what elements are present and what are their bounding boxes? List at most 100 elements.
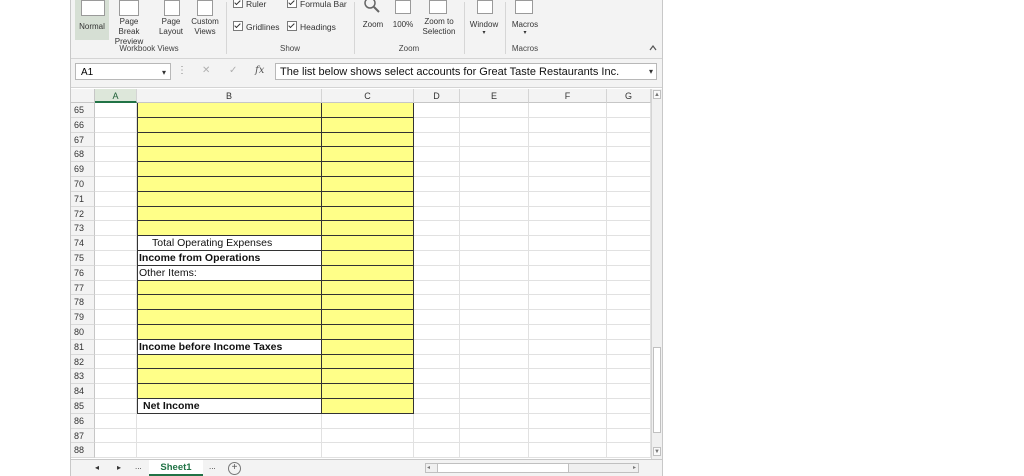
cell-e78[interactable] [460,295,529,311]
cell-e67[interactable] [460,132,529,148]
cell-g71[interactable] [607,191,651,207]
cell-g70[interactable] [607,177,651,192]
insert-function-icon[interactable]: fx [255,65,264,76]
cell-f80[interactable] [529,325,607,340]
cell-g78[interactable] [607,295,651,311]
cell-f84[interactable] [529,384,607,399]
cell-b65[interactable] [137,103,322,118]
cell-e84[interactable] [460,384,529,399]
row-header[interactable]: 86 [71,413,95,429]
cell-d73[interactable] [414,221,460,237]
cell-g72[interactable] [607,206,651,222]
cell-b82[interactable] [137,354,322,370]
ruler-checkbox[interactable]: Ruler [233,0,266,9]
cell-a81[interactable] [95,339,137,355]
enter-icon[interactable]: ✓ [229,65,237,76]
page-layout-button[interactable]: Page Layout [153,17,189,37]
cell-c77[interactable] [322,280,414,296]
cell-b73[interactable] [137,221,322,237]
cell-b80[interactable] [137,325,322,340]
cell-b75[interactable]: Income from Operations [137,251,322,266]
cell-f86[interactable] [529,413,607,429]
cell-e66[interactable] [460,117,529,133]
cell-c68[interactable] [322,147,414,163]
cell-e85[interactable] [460,399,529,414]
prev-sheet-icon[interactable]: ◂ [95,463,99,472]
scroll-left-icon[interactable]: ◂ [427,464,430,472]
cell-f70[interactable] [529,177,607,192]
zoom-100-button[interactable]: 100% [389,20,417,30]
cell-b71[interactable] [137,191,322,207]
cell-a72[interactable] [95,206,137,222]
row-header[interactable]: 82 [71,354,95,370]
cell-g84[interactable] [607,384,651,399]
cell-b68[interactable] [137,147,322,163]
cell-b77[interactable] [137,280,322,296]
row-header[interactable]: 83 [71,369,95,385]
cell-f81[interactable] [529,339,607,355]
cell-d82[interactable] [414,354,460,370]
cell-d81[interactable] [414,339,460,355]
cell-d78[interactable] [414,295,460,311]
cell-c65[interactable] [322,103,414,118]
cell-a67[interactable] [95,132,137,148]
cell-f65[interactable] [529,103,607,118]
cell-b74[interactable]: Total Operating Expenses [137,236,322,251]
column-header-g[interactable]: G [607,89,651,103]
cell-g86[interactable] [607,413,651,429]
column-header-c[interactable]: C [322,89,414,103]
add-sheet-icon[interactable]: + [228,462,241,475]
cell-e75[interactable] [460,251,529,266]
cell-e76[interactable] [460,265,529,281]
cell-c67[interactable] [322,132,414,148]
cell-d76[interactable] [414,265,460,281]
cell-d85[interactable] [414,399,460,414]
custom-views-button[interactable]: Custom Views [187,17,223,37]
cell-e77[interactable] [460,280,529,296]
expand-formula-icon[interactable]: ▾ [649,64,653,79]
cell-d65[interactable] [414,103,460,118]
cell-g87[interactable] [607,428,651,444]
cell-b72[interactable] [137,206,322,222]
cell-c85[interactable] [322,399,414,414]
next-sheet-icon[interactable]: ▸ [117,463,121,472]
row-header[interactable]: 65 [71,103,95,118]
formula-input[interactable]: The list below shows select accounts for… [275,63,657,80]
cell-e70[interactable] [460,177,529,192]
cell-a84[interactable] [95,384,137,399]
cell-d72[interactable] [414,206,460,222]
cell-g79[interactable] [607,310,651,325]
row-header[interactable]: 88 [71,443,95,459]
cell-a82[interactable] [95,354,137,370]
cell-b69[interactable] [137,162,322,177]
more-sheets-left[interactable]: ... [135,462,142,471]
cell-e86[interactable] [460,413,529,429]
cell-g85[interactable] [607,399,651,414]
cancel-icon[interactable]: ✕ [202,65,210,76]
cell-c71[interactable] [322,191,414,207]
row-header[interactable]: 69 [71,162,95,177]
cell-d86[interactable] [414,413,460,429]
cell-a68[interactable] [95,147,137,163]
cell-e88[interactable] [460,443,529,459]
cell-b78[interactable] [137,295,322,311]
cell-d83[interactable] [414,369,460,385]
formula-bar-checkbox[interactable]: Formula Bar [287,0,347,9]
cell-f67[interactable] [529,132,607,148]
cell-a76[interactable] [95,265,137,281]
cell-e65[interactable] [460,103,529,118]
cell-f87[interactable] [529,428,607,444]
row-header[interactable]: 79 [71,310,95,325]
cell-f78[interactable] [529,295,607,311]
column-header-e[interactable]: E [460,89,529,103]
zoom-to-selection-button[interactable]: Zoom to Selection [417,17,461,37]
column-header-a[interactable]: A [95,89,137,103]
cell-a80[interactable] [95,325,137,340]
cell-f69[interactable] [529,162,607,177]
cell-f83[interactable] [529,369,607,385]
row-header[interactable]: 71 [71,191,95,207]
cell-a69[interactable] [95,162,137,177]
cell-g88[interactable] [607,443,651,459]
row-header[interactable]: 75 [71,251,95,266]
cell-c75[interactable] [322,251,414,266]
